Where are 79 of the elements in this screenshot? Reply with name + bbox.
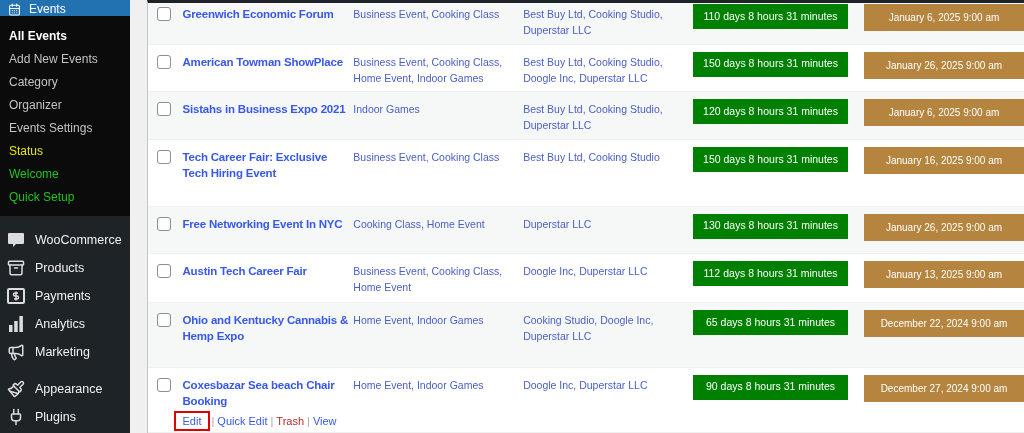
event-title-link[interactable]: Greenwich Economic Forum — [182, 6, 350, 22]
submenu-item[interactable]: Category — [0, 70, 130, 93]
submenu-item[interactable]: Status — [0, 139, 130, 162]
megaphone-icon — [7, 343, 25, 361]
separator: | — [211, 413, 215, 429]
row-checkbox[interactable] — [157, 150, 171, 165]
row-checkbox[interactable] — [157, 264, 171, 279]
organizer-cell-text: Doogle Inc, Duperstar LLC — [523, 264, 649, 280]
row-checkbox[interactable] — [157, 102, 171, 117]
category-cell-text: Business Event, Cooking Class — [353, 7, 501, 22]
separator: | — [270, 413, 274, 429]
row-action-link[interactable]: Quick Edit — [217, 412, 268, 429]
calendar-icon — [8, 3, 21, 16]
date-badge: January 6, 2025 9:00 am — [864, 4, 1024, 31]
date-badge: January 13, 2025 9:00 am — [864, 261, 1024, 289]
archive-icon — [7, 259, 25, 277]
category-cell-text: Indoor Games — [353, 102, 421, 118]
submenu-item[interactable]: Organizer — [0, 93, 130, 116]
date-badge: January 16, 2025 9:00 am — [864, 147, 1024, 175]
organizer-cell-text: Duperstar LLC — [523, 216, 593, 232]
event-title-link[interactable]: Tech Career Fair: Exclusive Tech Hiring Event — [182, 149, 350, 182]
menu-item[interactable]: Products — [0, 254, 130, 282]
event-title-link[interactable]: Sistahs in Business Expo 2021 — [182, 101, 350, 118]
speech-bubble-icon — [7, 232, 25, 248]
organizer-cell-text: Cooking Studio, Doogle Inc, Duperstar LLC — [523, 312, 655, 344]
organizer-cell-text: Best Buy Ltd, Cooking Studio, Duperstar LLC — [523, 7, 664, 38]
countdown-badge: 130 days 8 hours 31 minutes — [693, 213, 848, 239]
countdown-badge: 150 days 8 hours 31 minutes — [693, 51, 848, 77]
countdown-badge: 90 days 8 hours 31 minutes — [693, 374, 848, 400]
separator: | — [307, 413, 310, 429]
row-checkbox[interactable] — [157, 216, 171, 231]
row-action-link[interactable]: Trash — [276, 412, 305, 429]
organizer-cell-text: Best Buy Ltd, Cooking Studio, Doogle Inc, Duperstar LLC — [523, 54, 664, 86]
category-cell-text: Cooking Class, Home Event — [353, 216, 486, 232]
menu-item[interactable]: Analytics — [0, 310, 130, 338]
menu-item[interactable]: Plugins — [0, 403, 130, 431]
date-badge: January 6, 2025 9:00 am — [864, 99, 1024, 127]
row-action-link[interactable]: View — [312, 412, 337, 429]
submenu-item[interactable]: All Events — [0, 24, 130, 47]
row-action-link[interactable]: Edit — [175, 412, 209, 429]
row-checkbox[interactable] — [157, 7, 171, 21]
submenu-item[interactable]: Add New Events — [0, 47, 130, 70]
submenu-item[interactable]: Welcome — [0, 162, 130, 185]
countdown-badge: 112 days 8 hours 31 minutes — [693, 261, 848, 287]
row-checkbox[interactable] — [157, 54, 171, 69]
submenu-item[interactable]: Quick Setup — [0, 185, 130, 208]
countdown-badge: 65 days 8 hours 31 minutes — [693, 309, 848, 335]
date-badge: January 26, 2025 9:00 am — [864, 213, 1024, 241]
countdown-badge: 120 days 8 hours 31 minutes — [693, 99, 848, 125]
menu-item[interactable]: Events — [0, 0, 130, 16]
date-badge: December 27, 2024 9:00 am — [864, 374, 1024, 402]
date-badge: December 22, 2024 9:00 am — [864, 309, 1024, 337]
countdown-badge: 150 days 8 hours 31 minutes — [693, 147, 848, 173]
paintbrush-icon — [7, 380, 25, 398]
menu-item[interactable]: Appearance — [0, 375, 130, 403]
menu-label: Events — [29, 2, 66, 16]
menu-item[interactable]: Marketing — [0, 338, 130, 366]
bar-chart-icon — [8, 316, 24, 332]
category-cell-text: Business Event, Cooking Class, Home Event, Indoor Games — [353, 54, 504, 86]
event-title-link[interactable]: Free Networking Event In NYC — [182, 215, 350, 232]
category-cell-text: Home Event, Indoor Games — [353, 312, 485, 328]
menu-item[interactable]: WooCommerce — [0, 226, 130, 254]
event-title-link[interactable]: Ohio and Kentucky Cannabis & Hemp Expo — [182, 311, 350, 344]
organizer-cell-text: Doogle Inc, Duperstar LLC — [523, 377, 649, 393]
submenu-item[interactable]: Events Settings — [0, 116, 130, 139]
organizer-cell-text: Best Buy Ltd, Cooking Studio — [523, 150, 661, 166]
countdown-badge: 110 days 8 hours 31 minutes — [693, 4, 848, 29]
organizer-cell-text: Best Buy Ltd, Cooking Studio, Duperstar LLC — [523, 102, 664, 134]
category-cell-text: Business Event, Cooking Class, Home Event — [353, 264, 504, 296]
category-cell-text: Home Event, Indoor Games — [353, 377, 485, 393]
date-badge: January 26, 2025 9:00 am — [864, 51, 1024, 79]
event-title-link[interactable]: Austin Tech Career Fair — [182, 263, 350, 280]
event-title-link[interactable]: Coxesbazar Sea beach Chair Booking — [182, 376, 350, 409]
row-checkbox[interactable] — [157, 377, 171, 392]
dollar-icon — [7, 288, 25, 304]
category-cell-text: Business Event, Cooking Class — [353, 150, 501, 166]
event-title-link[interactable]: American Towman ShowPlace — [182, 53, 350, 70]
menu-item[interactable]: Payments — [0, 282, 130, 310]
row-checkbox[interactable] — [157, 312, 171, 327]
